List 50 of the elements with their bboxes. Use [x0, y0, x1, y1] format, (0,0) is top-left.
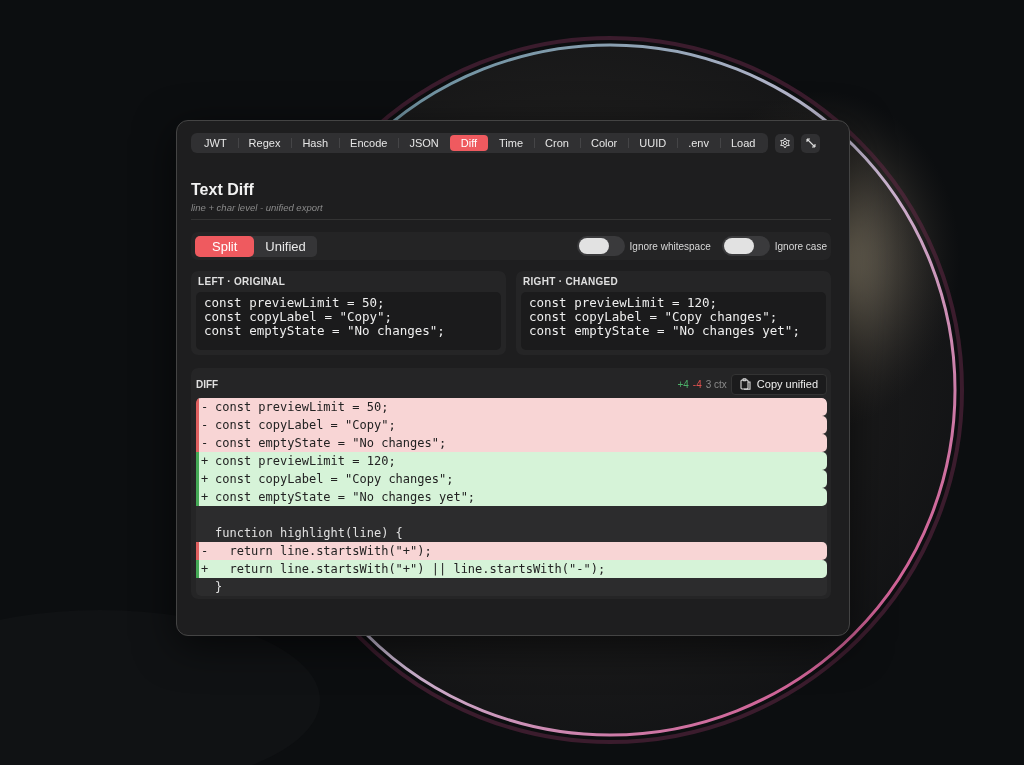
tab[interactable]: Color [579, 135, 629, 151]
code-field[interactable]: const previewLimit = 120; const copyLabel = "Copy changes"; const emptyState = "No changes yet"; [521, 292, 826, 350]
copy-button[interactable]: Copy unified [730, 373, 827, 395]
toggle-label: Ignore whitespace [629, 240, 711, 252]
diff-sign: + [200, 562, 210, 576]
added-count: +4 [677, 378, 689, 390]
code-text: const previewLimit = 50; [215, 400, 389, 414]
diff-sign: - [200, 418, 210, 432]
diff-sign: - [200, 544, 210, 558]
tab[interactable]: Load [719, 135, 767, 151]
context-count: 3 ctx [705, 378, 727, 390]
code-text: return line.startsWith("+"); [228, 544, 432, 558]
expand-icon [804, 137, 817, 149]
code-text: const emptyState = "No changes"; [215, 436, 447, 450]
tab[interactable]: Regex [237, 135, 292, 151]
tab[interactable]: Cron [534, 135, 580, 151]
page-subtitle: line + char level - unified export [191, 202, 324, 213]
expand-button[interactable] [801, 133, 821, 153]
segment-button[interactable]: Unified [254, 235, 317, 257]
toggle-label: Ignore case [774, 240, 827, 252]
tab[interactable]: UUID [628, 135, 678, 151]
diff-sign: - [200, 400, 210, 414]
settings-icon [778, 137, 791, 149]
tab[interactable]: JSON [398, 135, 450, 151]
toggle-switch[interactable] [576, 236, 625, 256]
settings-button[interactable] [775, 133, 795, 153]
diff-sign: - [200, 436, 210, 450]
page-title: Text Diff [191, 181, 255, 199]
clipboard-icon [739, 378, 751, 390]
diff-sign: + [200, 454, 210, 468]
tab[interactable]: Time [488, 135, 535, 151]
code-text: return line.startsWith("+") || line.startsWith("-"); [228, 562, 606, 576]
tab[interactable]: .env [677, 135, 720, 151]
toggle-switch[interactable] [721, 236, 770, 256]
tab[interactable]: Encode [339, 135, 399, 151]
diff-sign: + [200, 472, 210, 486]
code-text: const copyLabel = "Copy changes"; [215, 472, 454, 486]
panel-title: RIGHT · CHANGED [522, 276, 620, 288]
diff-sign: + [200, 490, 210, 504]
code-text: } [215, 580, 223, 594]
tab[interactable]: Hash [291, 135, 340, 151]
tab[interactable]: JWT [193, 135, 238, 151]
code-text: const copyLabel = "Copy"; [215, 418, 396, 432]
removed-count: -4 [692, 378, 702, 390]
code-field[interactable]: const previewLimit = 50; const copyLabel = "Copy"; const emptyState = "No changes"; [196, 292, 501, 350]
panel-title: LEFT · ORIGINAL [197, 276, 287, 288]
section-title: DIFF [196, 378, 220, 390]
code-text: const previewLimit = 120; [215, 454, 396, 468]
code-text: const emptyState = "No changes yet"; [215, 490, 476, 504]
code-text: function highlight(line) { [215, 526, 403, 540]
